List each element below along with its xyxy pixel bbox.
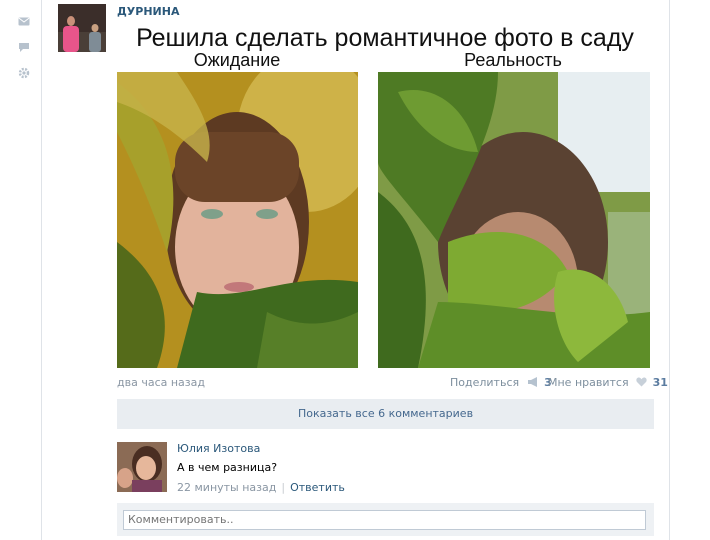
show-all-comments-button[interactable]: Показать все 6 комментариев (117, 399, 654, 429)
comment-meta: 22 минуты назад | Ответить (177, 481, 345, 494)
share-label: Поделиться (450, 376, 520, 389)
like-button[interactable]: Мне нравится 31 (548, 376, 668, 390)
comment-composer (117, 503, 654, 536)
post-author-link[interactable]: ДУРНИНА (117, 5, 179, 18)
comment-input[interactable] (123, 510, 646, 530)
comment-text: А в чем разница? (177, 461, 278, 474)
gear-icon[interactable] (18, 64, 30, 79)
left-rail (0, 0, 42, 540)
like-count: 31 (652, 376, 668, 389)
label-reality: Реальность (464, 50, 562, 70)
reply-link[interactable]: Ответить (290, 481, 345, 494)
meta-separator: | (281, 481, 286, 494)
photo-expectation[interactable] (117, 72, 358, 368)
megaphone-icon (527, 377, 539, 390)
photo-reality[interactable] (378, 72, 650, 368)
chat-bubble-icon[interactable] (18, 38, 30, 52)
content-left-border (41, 0, 42, 540)
like-label: Мне нравится (548, 376, 629, 389)
comment-timestamp[interactable]: 22 минуты назад (177, 481, 276, 494)
commenter-name-link[interactable]: Юлия Изотова (177, 442, 260, 455)
content-right-border (669, 0, 670, 540)
post-timestamp[interactable]: два часа назад (117, 376, 205, 389)
share-button[interactable]: Поделиться 3 (450, 376, 552, 390)
author-avatar[interactable] (58, 4, 106, 52)
label-expectation: Ожидание (193, 50, 281, 70)
commenter-avatar[interactable] (117, 442, 167, 492)
meme-caption: Решила сделать романтичное фото в саду (136, 24, 634, 52)
envelope-icon[interactable] (18, 12, 30, 26)
heart-icon (636, 377, 647, 390)
